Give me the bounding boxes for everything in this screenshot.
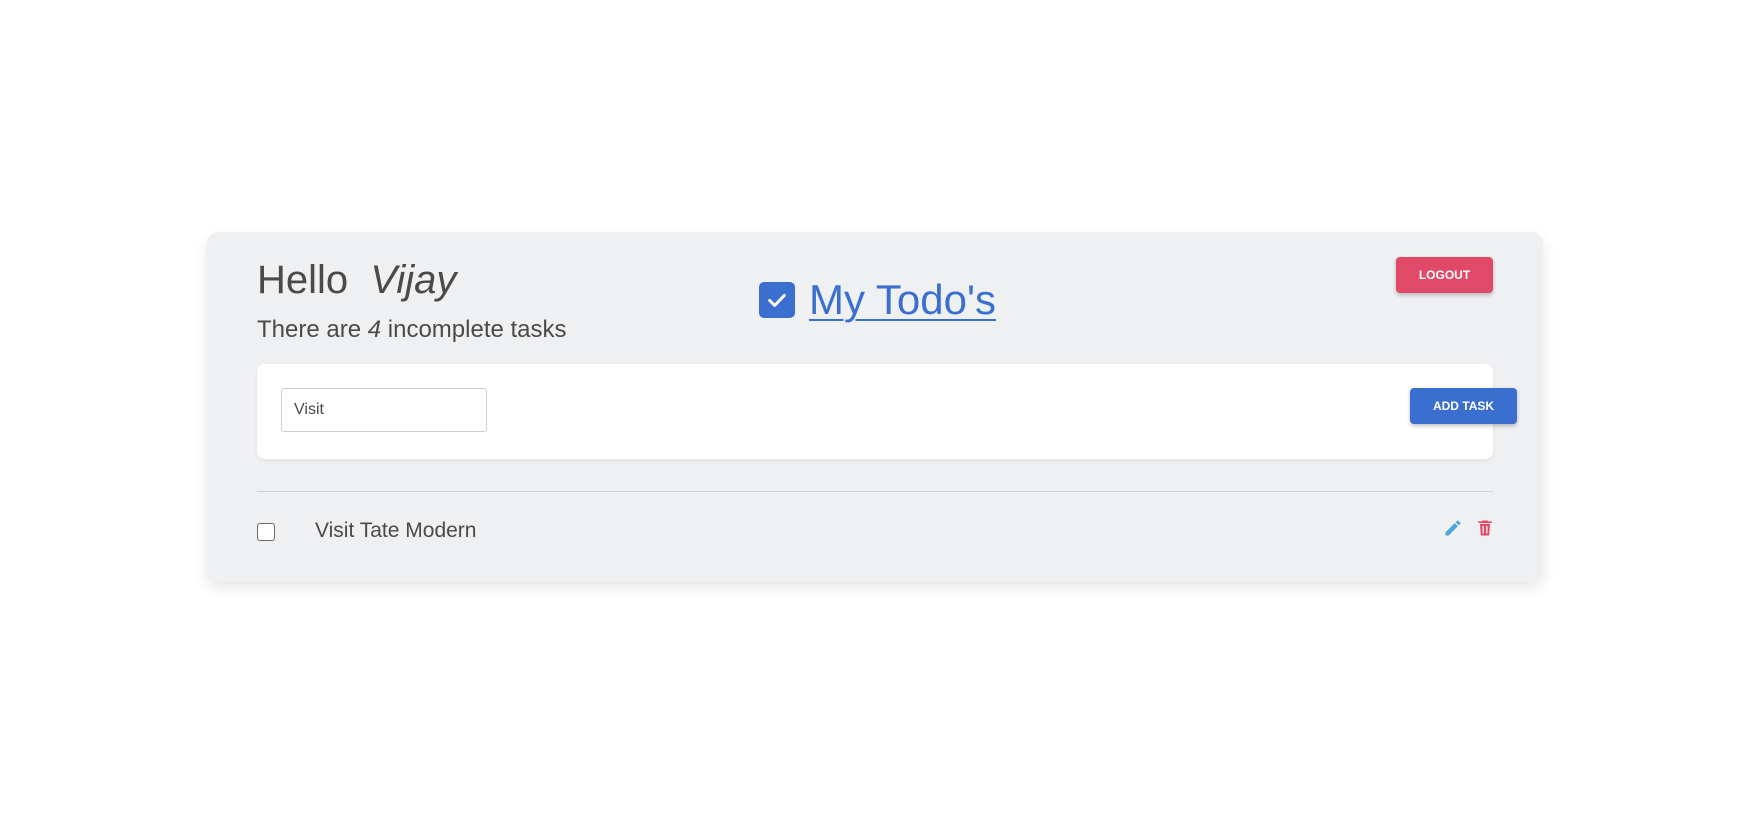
add-task-panel: ADD TASK	[257, 364, 1517, 459]
greeting-heading: Hello Vijay	[257, 256, 456, 304]
pencil-icon[interactable]	[1443, 518, 1463, 538]
brand: My Todo's	[759, 276, 996, 324]
check-square-icon	[759, 282, 795, 318]
new-task-input[interactable]	[281, 388, 487, 432]
todo-card: Hello Vijay There are 4 incomplete tasks…	[207, 232, 1543, 582]
todo-item: Visit Tate Modern	[257, 514, 1493, 550]
trash-icon[interactable]	[1475, 518, 1495, 538]
add-task-button[interactable]: ADD TASK	[1410, 388, 1517, 424]
user-name: Vijay	[370, 258, 457, 302]
todo-checkbox[interactable]	[257, 523, 275, 541]
todo-text: Visit Tate Modern	[315, 519, 477, 542]
logout-button[interactable]: LOGOUT	[1396, 257, 1493, 293]
page: Hello Vijay There are 4 incomplete tasks…	[0, 0, 1750, 815]
incomplete-prefix: There are	[257, 316, 362, 343]
greeting-prefix: Hello	[257, 258, 349, 302]
incomplete-suffix: incomplete tasks	[387, 316, 567, 343]
divider	[257, 491, 1493, 492]
incomplete-summary: There are 4 incomplete tasks	[257, 316, 567, 345]
incomplete-count: 4	[367, 316, 382, 343]
app-title-link[interactable]: My Todo's	[809, 276, 996, 324]
